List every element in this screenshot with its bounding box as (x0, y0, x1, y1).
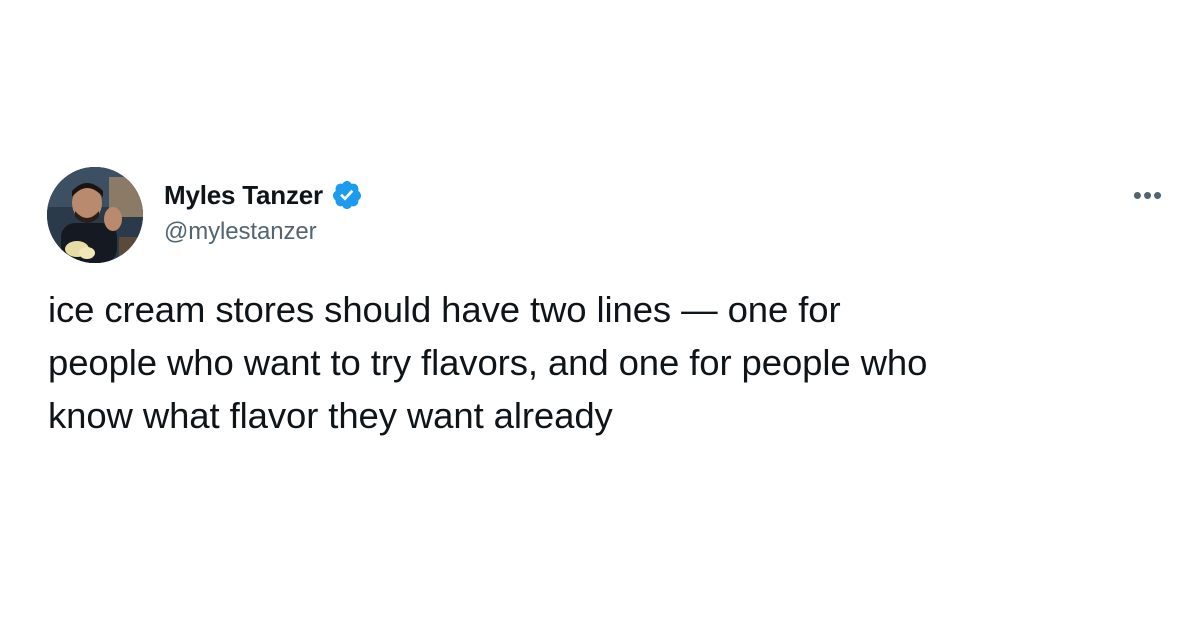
tweet-text-line: ice cream stores should have two lines —… (48, 289, 841, 330)
user-info: Myles Tanzer @mylestanzer (164, 178, 363, 246)
display-name[interactable]: Myles Tanzer (164, 180, 323, 211)
verified-badge-icon (331, 179, 363, 211)
tweet-text: ice cream stores should have two lines —… (48, 283, 1168, 442)
tweet-text-line: people who want to try flavors, and one … (48, 342, 928, 383)
avatar[interactable] (47, 167, 143, 263)
name-row: Myles Tanzer (164, 178, 363, 212)
tweet-card: Myles Tanzer @mylestanzer ••• ice cream … (0, 0, 1200, 630)
handle[interactable]: @mylestanzer (164, 218, 363, 246)
more-options-icon[interactable]: ••• (1128, 182, 1168, 208)
avatar-photo (47, 167, 143, 263)
tweet-text-line: know what flavor they want already (48, 395, 613, 436)
